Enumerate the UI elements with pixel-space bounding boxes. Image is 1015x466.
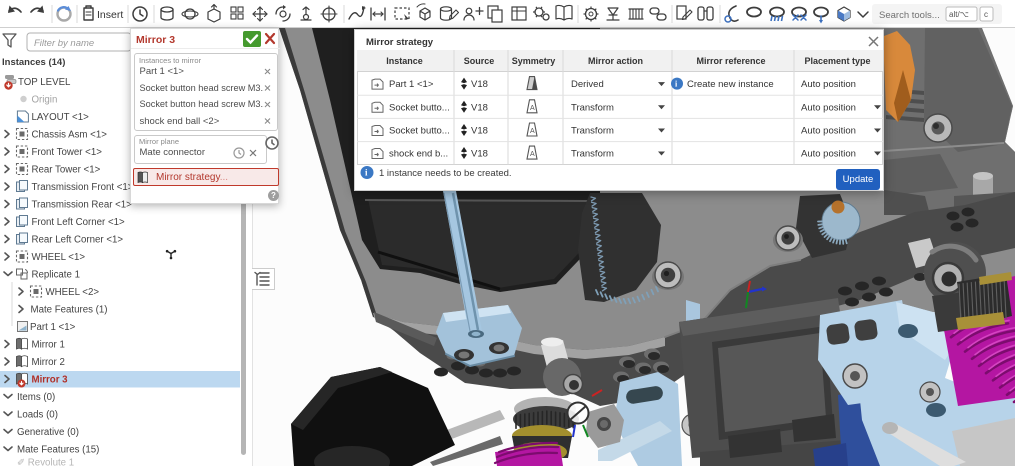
svg-text:Derived: Derived <box>571 79 604 90</box>
svg-text:Generative (0): Generative (0) <box>17 427 79 438</box>
svg-text:A: A <box>530 151 535 158</box>
svg-text:1 instance needs to be created: 1 instance needs to be created. <box>379 168 512 179</box>
svg-text:alt/⌥: alt/⌥ <box>949 10 969 19</box>
svg-text:V18: V18 <box>471 126 488 137</box>
svg-text:Transmission Front <1>: Transmission Front <1> <box>32 182 134 193</box>
svg-text:Create new instance: Create new instance <box>687 79 774 90</box>
svg-text:A: A <box>530 128 535 135</box>
svg-text:Front Left Corner <1>: Front Left Corner <1> <box>32 217 125 228</box>
svg-text:V18: V18 <box>471 149 488 160</box>
svg-text:Transform: Transform <box>571 126 614 137</box>
svg-text:Rear Tower <1>: Rear Tower <1> <box>32 165 101 176</box>
svg-text:Instances (14): Instances (14) <box>2 57 65 68</box>
svg-text:TOP LEVEL: TOP LEVEL <box>18 77 71 88</box>
svg-text:Mate Features (15): Mate Features (15) <box>17 445 99 456</box>
svg-text:Mirror 3: Mirror 3 <box>32 375 69 386</box>
svg-text:Auto position: Auto position <box>801 126 856 137</box>
svg-text:Front Tower <1>: Front Tower <1> <box>32 147 103 158</box>
svg-text:Loads (0): Loads (0) <box>17 410 58 421</box>
svg-text:Auto position: Auto position <box>801 102 856 113</box>
svg-text:Mirror 1: Mirror 1 <box>32 340 65 351</box>
svg-text:V18: V18 <box>471 79 488 90</box>
svg-text:Origin: Origin <box>32 95 58 106</box>
svg-text:Insert: Insert <box>97 9 123 21</box>
svg-text:Transform: Transform <box>571 102 614 113</box>
svg-text:Auto position: Auto position <box>801 149 856 160</box>
svg-text:✐ Revolute 1: ✐ Revolute 1 <box>17 458 74 466</box>
svg-text:Items (0): Items (0) <box>17 392 55 403</box>
svg-text:V18: V18 <box>471 102 488 113</box>
svg-text:Mirror 2: Mirror 2 <box>32 357 65 368</box>
svg-text:c: c <box>984 10 988 19</box>
svg-text:Part 1 <1>: Part 1 <1> <box>30 322 76 333</box>
svg-text:Auto position: Auto position <box>801 79 856 90</box>
svg-text:WHEEL <2>: WHEEL <2> <box>46 287 100 298</box>
svg-text:Search tools...: Search tools... <box>879 10 940 21</box>
svg-text:Socket butto...: Socket butto... <box>389 102 450 113</box>
svg-text:Transmission Rear <1>: Transmission Rear <1> <box>32 200 133 211</box>
svg-text:Part 1 <1>: Part 1 <1> <box>389 79 434 90</box>
svg-text:Transform: Transform <box>571 149 614 160</box>
svg-text:Filter by name: Filter by name <box>34 38 94 49</box>
svg-text:A: A <box>530 105 535 112</box>
svg-text:shock end b...: shock end b... <box>389 149 448 160</box>
svg-text:LAYOUT <1>: LAYOUT <1> <box>32 112 90 123</box>
svg-text:Rear Left Corner <1>: Rear Left Corner <1> <box>32 235 124 246</box>
svg-text:Mate Features (1): Mate Features (1) <box>31 305 108 316</box>
svg-text:Socket butto...: Socket butto... <box>389 126 450 137</box>
svg-text:Replicate 1: Replicate 1 <box>32 270 80 281</box>
svg-text:WHEEL <1>: WHEEL <1> <box>32 252 86 263</box>
svg-text:Chassis Asm <1>: Chassis Asm <1> <box>32 130 108 141</box>
